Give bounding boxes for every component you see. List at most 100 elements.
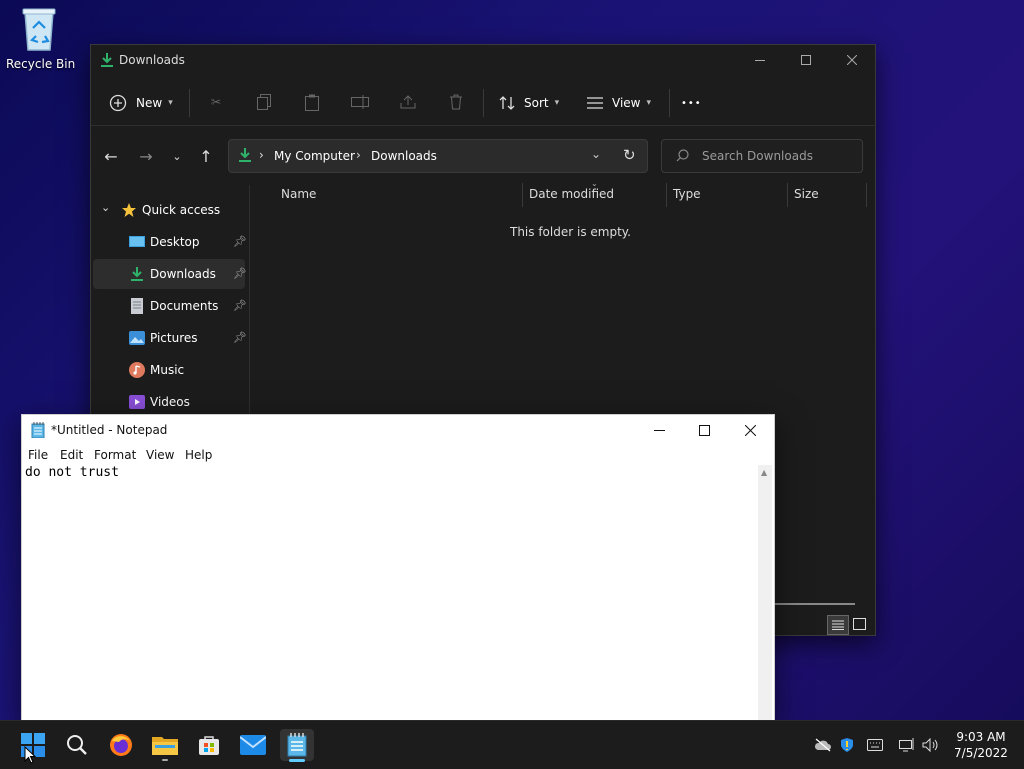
copy-icon[interactable] xyxy=(253,91,275,113)
notepad-taskbar-button[interactable] xyxy=(280,729,314,762)
column-separator[interactable] xyxy=(787,183,788,207)
search-icon xyxy=(67,735,87,755)
recycle-bin-shortcut[interactable]: Recycle Bin xyxy=(6,6,76,71)
vertical-scrollbar[interactable]: ▲ xyxy=(758,465,772,723)
share-icon[interactable] xyxy=(397,91,419,113)
star-icon xyxy=(122,203,136,217)
maximize-icon xyxy=(801,55,811,65)
address-history-chevron-icon[interactable]: ⌄ xyxy=(591,147,601,161)
sidebar-item-label: Videos xyxy=(150,395,190,409)
volume-icon[interactable] xyxy=(922,737,940,753)
download-icon xyxy=(131,267,143,281)
column-separator[interactable] xyxy=(866,183,867,207)
breadcrumb-downloads[interactable]: Downloads xyxy=(371,149,437,163)
rename-icon[interactable] xyxy=(349,91,371,113)
network-icon[interactable] xyxy=(898,737,916,753)
minimize-icon xyxy=(755,60,765,61)
cut-icon[interactable]: ✂ xyxy=(205,91,227,113)
explorer-maximize-button[interactable] xyxy=(783,45,829,75)
file-explorer-button[interactable] xyxy=(148,729,182,761)
menu-help[interactable]: Help xyxy=(185,448,212,462)
notepad-minimize-button[interactable] xyxy=(636,415,682,445)
notepad-title: *Untitled - Notepad xyxy=(51,423,168,437)
plus-circle-icon xyxy=(109,94,127,112)
column-header-date-modified[interactable]: Date modified xyxy=(529,187,614,209)
sidebar-item-quick-access[interactable]: ⌄ Quick access xyxy=(93,195,245,225)
new-label: New xyxy=(136,96,163,110)
chevron-down-icon: ▾ xyxy=(168,98,173,108)
sidebar-item-music[interactable]: Music xyxy=(93,355,245,385)
recent-locations-button[interactable]: ⌄ xyxy=(165,145,189,167)
notepad-window: *Untitled - Notepad File Edit Format Vie… xyxy=(21,414,775,726)
new-button[interactable]: New ▾ xyxy=(109,87,177,119)
breadcrumb-separator-icon: › xyxy=(259,148,264,162)
menu-edit[interactable]: Edit xyxy=(60,448,83,462)
system-clock[interactable]: 9:03 AM 7/5/2022 xyxy=(944,729,1018,761)
mail-button[interactable] xyxy=(236,729,270,761)
keyboard-icon[interactable] xyxy=(866,737,884,753)
sort-icon xyxy=(499,96,515,110)
mouse-cursor-icon xyxy=(24,746,36,764)
back-button[interactable]: ← xyxy=(99,145,123,167)
column-header-type[interactable]: Type xyxy=(673,187,701,209)
sort-button[interactable]: Sort ▾ xyxy=(499,87,563,119)
store-button[interactable] xyxy=(192,729,226,761)
sidebar-item-downloads[interactable]: Downloads 📌︎ xyxy=(93,259,247,289)
recycle-bin-label: Recycle Bin xyxy=(6,57,76,71)
column-separator[interactable] xyxy=(522,183,523,207)
recycle-bin-icon xyxy=(22,8,56,51)
security-shield-icon[interactable] xyxy=(838,737,856,753)
column-header-name[interactable]: Name xyxy=(281,187,316,209)
music-icon xyxy=(129,362,145,378)
minimize-icon xyxy=(653,429,665,431)
chevron-down-icon: ⌄ xyxy=(101,201,111,214)
sidebar-item-pictures[interactable]: Pictures 📌︎ xyxy=(93,323,247,353)
horizontal-scrollbar[interactable] xyxy=(773,603,855,605)
firefox-button[interactable] xyxy=(104,729,138,761)
clock-time: 9:03 AM xyxy=(956,730,1006,744)
notepad-title-bar[interactable]: *Untitled - Notepad xyxy=(22,415,774,445)
explorer-title: Downloads xyxy=(119,53,185,67)
file-explorer-icon xyxy=(152,737,178,755)
sidebar-item-desktop[interactable]: Desktop 📌︎ xyxy=(93,227,247,257)
chevron-down-icon: ⌄ xyxy=(172,149,182,163)
breadcrumb-my-computer[interactable]: My Computer xyxy=(274,149,355,163)
details-view-button[interactable] xyxy=(827,615,849,635)
sidebar-item-documents[interactable]: Documents 📌︎ xyxy=(93,291,247,321)
paste-icon[interactable] xyxy=(301,91,323,113)
sidebar-item-label: Downloads xyxy=(150,267,216,281)
column-separator[interactable] xyxy=(666,183,667,207)
command-separator xyxy=(669,89,670,117)
search-input[interactable] xyxy=(700,146,854,166)
pin-icon: 📌︎ xyxy=(233,331,247,344)
notepad-menu-bar: File Edit Format View Help xyxy=(22,445,774,465)
forward-button[interactable]: → xyxy=(134,145,158,167)
notepad-close-button[interactable] xyxy=(727,415,773,445)
explorer-title-bar[interactable]: Downloads xyxy=(91,45,875,75)
menu-view[interactable]: View xyxy=(146,448,174,462)
large-icons-view-button[interactable] xyxy=(851,616,867,632)
delete-icon[interactable] xyxy=(445,91,467,113)
menu-file[interactable]: File xyxy=(28,448,48,462)
explorer-close-button[interactable] xyxy=(829,45,875,75)
onedrive-offline-icon[interactable] xyxy=(814,737,832,753)
mail-icon xyxy=(240,735,266,755)
scroll-up-arrow-icon[interactable]: ▲ xyxy=(761,468,767,477)
pin-icon: 📌︎ xyxy=(233,267,247,280)
column-header-size[interactable]: Size xyxy=(794,187,819,209)
search-box[interactable] xyxy=(661,139,863,173)
view-button[interactable]: View ▾ xyxy=(587,87,655,119)
more-options-button[interactable]: ••• xyxy=(681,87,705,119)
notepad-text-area[interactable]: do not trust xyxy=(25,465,757,720)
address-bar[interactable]: › My Computer › Downloads ⌄ ↻ xyxy=(228,139,648,173)
menu-format[interactable]: Format xyxy=(94,448,136,462)
sidebar-item-videos[interactable]: Videos xyxy=(93,387,245,417)
refresh-icon[interactable]: ↻ xyxy=(623,146,636,164)
clock-date: 7/5/2022 xyxy=(954,746,1008,760)
search-button[interactable] xyxy=(60,729,94,761)
explorer-minimize-button[interactable] xyxy=(737,45,783,75)
up-button[interactable]: ↑ xyxy=(194,145,218,167)
notepad-maximize-button[interactable] xyxy=(681,415,727,445)
notepad-icon xyxy=(287,733,307,757)
sidebar-item-label: Quick access xyxy=(142,203,221,217)
